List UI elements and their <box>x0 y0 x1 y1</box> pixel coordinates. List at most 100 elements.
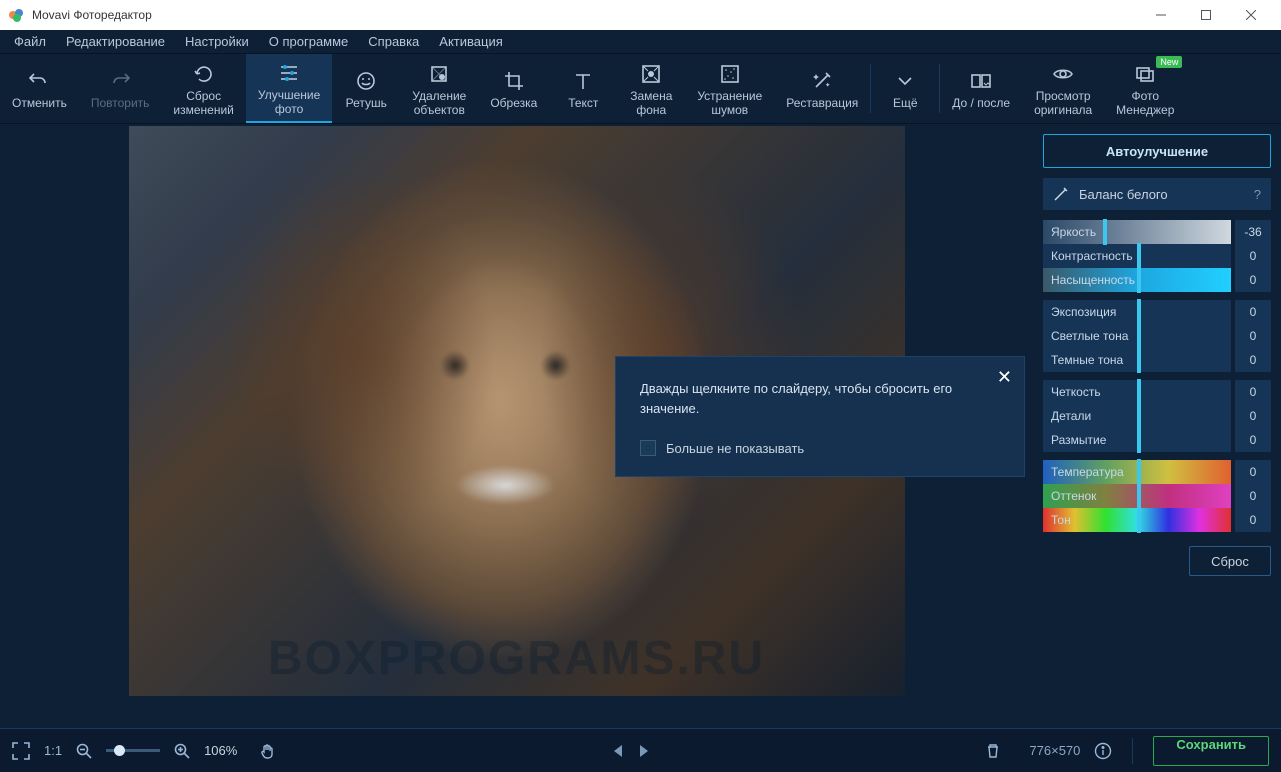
slider-handle[interactable] <box>1137 459 1141 485</box>
minimize-button[interactable] <box>1138 0 1183 30</box>
next-icon[interactable] <box>638 744 650 758</box>
tool-undo[interactable]: Отменить <box>0 54 79 123</box>
slider-hue[interactable]: Тон 0 <box>1043 508 1271 532</box>
slider-track[interactable]: Четкость <box>1043 380 1231 404</box>
slider-track[interactable]: Детали <box>1043 404 1231 428</box>
tool-remove[interactable]: Удалениеобъектов <box>400 54 478 123</box>
sliders-icon <box>278 59 300 87</box>
slider-label: Насыщенность <box>1051 273 1135 287</box>
slider-handle[interactable] <box>1137 427 1141 453</box>
slider-track[interactable]: Размытие <box>1043 428 1231 452</box>
help-icon[interactable]: ? <box>1254 187 1261 202</box>
slider-handle[interactable] <box>1137 243 1141 269</box>
trash-icon[interactable] <box>985 743 1001 759</box>
slider-handle[interactable] <box>1103 219 1107 245</box>
prev-icon[interactable] <box>612 744 624 758</box>
menu-2[interactable]: Настройки <box>175 34 259 49</box>
slider-track[interactable]: Тон <box>1043 508 1231 532</box>
wand-icon <box>811 67 833 95</box>
slider-value: 0 <box>1235 348 1271 372</box>
slider-value: 0 <box>1235 508 1271 532</box>
menu-3[interactable]: О программе <box>259 34 359 49</box>
tool-bg[interactable]: Заменафона <box>617 54 685 123</box>
slider-contrast[interactable]: Контрастность 0 <box>1043 244 1271 268</box>
tool-before[interactable]: До / после <box>940 54 1022 123</box>
tool-crop[interactable]: Обрезка <box>478 54 549 123</box>
tool-label: Повторить <box>91 97 150 111</box>
slider-value: 0 <box>1235 404 1271 428</box>
slider-handle[interactable] <box>1137 379 1141 405</box>
tool-restore[interactable]: Реставрация <box>774 54 870 123</box>
slider-shadows[interactable]: Темные тона 0 <box>1043 348 1271 372</box>
close-icon[interactable]: ✕ <box>997 367 1012 388</box>
slider-track[interactable]: Яркость <box>1043 220 1231 244</box>
dont-show-row[interactable]: Больше не показывать <box>640 440 1000 456</box>
slider-track[interactable]: Светлые тона <box>1043 324 1231 348</box>
slider-handle[interactable] <box>1137 507 1141 533</box>
tool-retouch[interactable]: Ретушь <box>332 54 400 123</box>
undo-icon <box>28 67 50 95</box>
menu-0[interactable]: Файл <box>4 34 56 49</box>
tool-more[interactable]: Ещё <box>871 54 939 123</box>
slider-handle[interactable] <box>1137 323 1141 349</box>
tool-orig[interactable]: Просмотроригинала <box>1022 54 1104 123</box>
slider-blur[interactable]: Размытие 0 <box>1043 428 1271 452</box>
white-balance-label: Баланс белого <box>1079 187 1168 202</box>
slider-handle[interactable] <box>1137 483 1141 509</box>
slider-value: 0 <box>1235 244 1271 268</box>
hand-tool-icon[interactable] <box>259 742 277 760</box>
checkbox-icon[interactable] <box>640 440 656 456</box>
slider-value: 0 <box>1235 324 1271 348</box>
slider-value: 0 <box>1235 428 1271 452</box>
tool-noise[interactable]: Устранениешумов <box>685 54 774 123</box>
slider-label: Размытие <box>1051 433 1106 447</box>
close-button[interactable] <box>1228 0 1273 30</box>
slider-sharpness[interactable]: Четкость 0 <box>1043 380 1271 404</box>
slider-saturation[interactable]: Насыщенность 0 <box>1043 268 1271 292</box>
slider-handle[interactable] <box>1137 403 1141 429</box>
maximize-button[interactable] <box>1183 0 1228 30</box>
tool-text[interactable]: Текст <box>549 54 617 123</box>
slider-details[interactable]: Детали 0 <box>1043 404 1271 428</box>
face-icon <box>355 67 377 95</box>
slider-temperature[interactable]: Температура 0 <box>1043 460 1271 484</box>
slider-track[interactable]: Оттенок <box>1043 484 1231 508</box>
white-balance-tool[interactable]: Баланс белого ? <box>1043 178 1271 210</box>
zoom-slider[interactable] <box>106 749 160 752</box>
slider-track[interactable]: Контрастность <box>1043 244 1231 268</box>
eraser-icon <box>428 60 450 88</box>
fit-label[interactable]: 1:1 <box>44 743 62 758</box>
tool-reset[interactable]: Сбросизменений <box>161 54 245 123</box>
tool-redo[interactable]: Повторить <box>79 54 162 123</box>
fullscreen-icon[interactable] <box>12 742 30 760</box>
slider-handle[interactable] <box>1137 347 1141 373</box>
menu-4[interactable]: Справка <box>358 34 429 49</box>
zoom-in-icon[interactable] <box>174 743 190 759</box>
slider-handle[interactable] <box>1137 267 1141 293</box>
tool-manager[interactable]: ФотоМенеджерNew <box>1104 54 1186 123</box>
info-icon[interactable] <box>1094 742 1112 760</box>
slider-label: Четкость <box>1051 385 1101 399</box>
slider-track[interactable]: Экспозиция <box>1043 300 1231 324</box>
slider-brightness[interactable]: Яркость -36 <box>1043 220 1271 244</box>
slider-tint[interactable]: Оттенок 0 <box>1043 484 1271 508</box>
tool-label: объектов <box>414 104 465 118</box>
slider-track[interactable]: Температура <box>1043 460 1231 484</box>
noise-icon <box>719 60 741 88</box>
slider-track[interactable]: Насыщенность <box>1043 268 1231 292</box>
save-button[interactable]: Сохранить <box>1153 736 1269 766</box>
auto-enhance-button[interactable]: Автоулучшение <box>1043 134 1271 168</box>
slider-handle[interactable] <box>1137 299 1141 325</box>
tool-label: Просмотр <box>1036 90 1091 104</box>
zoom-out-icon[interactable] <box>76 743 92 759</box>
slider-highlights[interactable]: Светлые тона 0 <box>1043 324 1271 348</box>
slider-track[interactable]: Темные тона <box>1043 348 1231 372</box>
tool-label: Улучшение <box>258 89 320 103</box>
new-badge: New <box>1156 56 1182 68</box>
menu-1[interactable]: Редактирование <box>56 34 175 49</box>
tool-enhance[interactable]: Улучшениефото <box>246 54 332 123</box>
slider-label: Темные тона <box>1051 353 1123 367</box>
slider-exposure[interactable]: Экспозиция 0 <box>1043 300 1271 324</box>
menu-5[interactable]: Активация <box>429 34 512 49</box>
reset-button[interactable]: Сброс <box>1189 546 1271 576</box>
